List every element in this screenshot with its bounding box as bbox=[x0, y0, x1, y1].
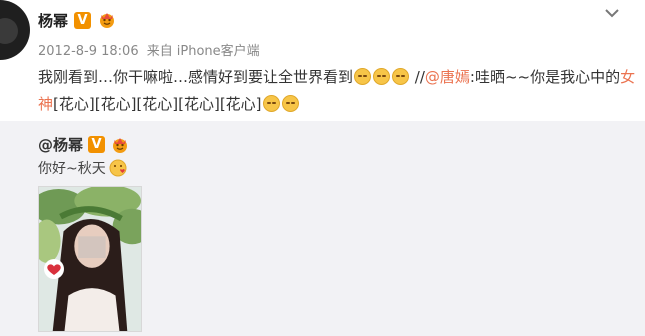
post-text-part2: :哇晒~~你是我心中的 bbox=[469, 68, 621, 86]
crown-icon bbox=[100, 13, 115, 28]
post-text-part1: 我刚看到…你干嘛啦…感情好到要让全世界看到 bbox=[38, 68, 354, 86]
chevron-down-icon[interactable] bbox=[603, 6, 621, 20]
heart-icon[interactable] bbox=[43, 259, 65, 279]
repost-username[interactable]: @杨幂 bbox=[38, 134, 83, 155]
smile-emoji-icon bbox=[373, 68, 391, 85]
repost-text-content: 你好~秋天 bbox=[38, 161, 106, 177]
smile-emoji-icon bbox=[392, 68, 410, 85]
smile-emoji-icon bbox=[281, 95, 299, 112]
repost-text: 你好~秋天 bbox=[38, 158, 127, 178]
source-link[interactable]: iPhone客户端 bbox=[177, 44, 260, 59]
avatar[interactable] bbox=[0, 0, 30, 60]
separator: // bbox=[414, 68, 425, 86]
kiss-emoji-icon bbox=[109, 159, 127, 177]
username[interactable]: 杨幂 bbox=[38, 10, 68, 31]
verified-v-icon: V bbox=[74, 11, 92, 29]
crown-icon bbox=[113, 137, 128, 153]
source-prefix: 来自 bbox=[146, 44, 173, 59]
post-meta: 2012-8-9 18:06 来自 iPhone客户端 bbox=[38, 40, 264, 59]
smile-emoji-icon bbox=[262, 95, 280, 112]
post-header: 杨幂 V bbox=[38, 9, 117, 31]
repost-header: @杨幂 V bbox=[38, 134, 130, 155]
mention-link[interactable]: @唐嫣 bbox=[425, 68, 470, 86]
hearts-text: [花心][花心][花心][花心][花心] bbox=[53, 95, 262, 113]
smile-emoji-icon bbox=[354, 68, 372, 85]
post-text: 我刚看到…你干嘛啦…感情好到要让全世界看到 //@唐嫣:哇晒~~你是我心中的女神… bbox=[38, 64, 638, 118]
verified-v-icon: V bbox=[88, 136, 106, 153]
timestamp[interactable]: 2012-8-9 18:06 bbox=[38, 44, 139, 59]
repost-photo[interactable] bbox=[38, 186, 142, 332]
